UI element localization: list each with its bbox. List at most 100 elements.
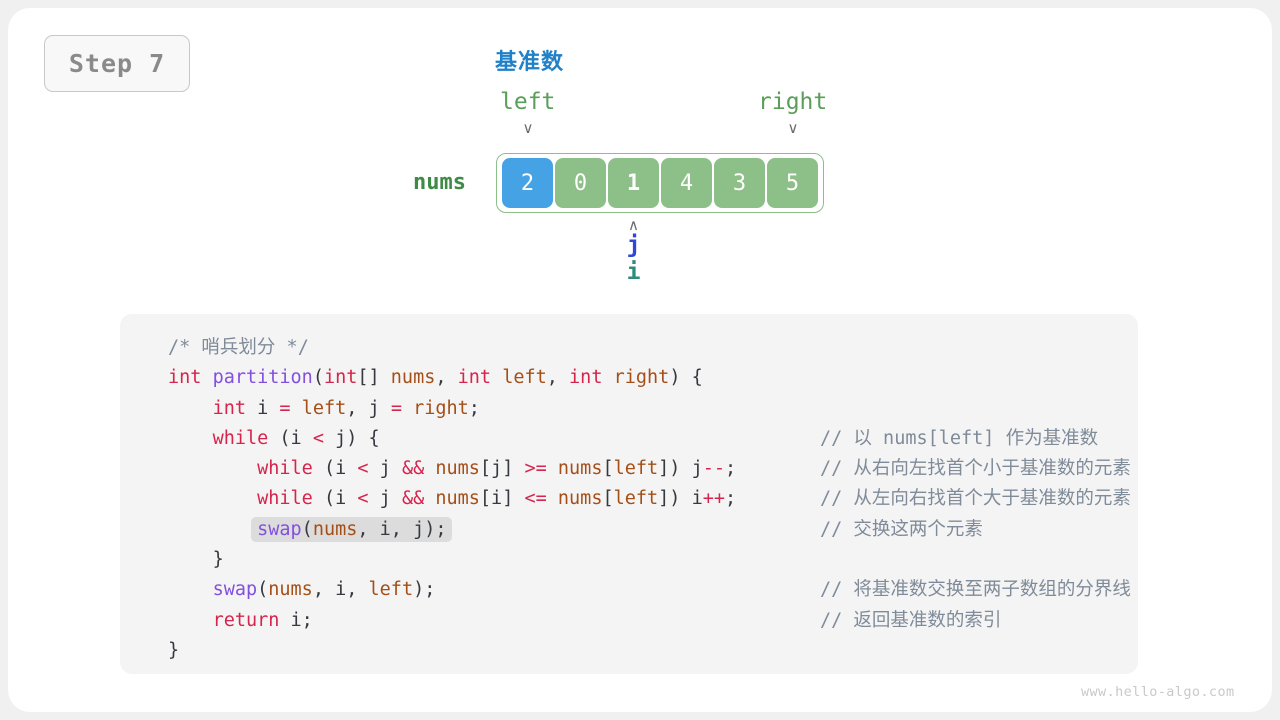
code-token: left — [368, 579, 414, 601]
code-token: nums — [557, 488, 603, 510]
code-token: while — [212, 427, 269, 449]
code-token: = — [279, 397, 291, 419]
screenshot-root: Step 7 基准数 left right ∨ ∨ nums 201435 ∧ … — [0, 0, 1280, 720]
code-token: j) { — [323, 427, 380, 449]
code-line: int i = left, j = right; — [168, 394, 736, 424]
code-token: , i, — [312, 579, 369, 601]
code-token: , j — [346, 397, 391, 419]
code-line: swap(nums, i, j); // 交换这两个元素 — [168, 515, 983, 545]
code-token: left — [613, 488, 659, 510]
code-token: } — [212, 549, 224, 571]
code-token: int — [457, 367, 492, 389]
code-token: , i, j); — [357, 518, 447, 540]
array-container: 201435 — [496, 153, 824, 213]
code-line-text: } — [168, 640, 179, 661]
code-token: while — [257, 488, 313, 510]
code-line: while (i < j && nums[j] >= nums[left]) j… — [168, 454, 1131, 484]
code-token: j — [368, 458, 402, 480]
code-token: [ — [602, 488, 614, 510]
code-token: && — [401, 488, 425, 510]
code-token: [i] — [479, 488, 525, 510]
code-line: } — [168, 545, 736, 575]
code-token: <= — [524, 488, 547, 510]
code-token: = — [390, 397, 402, 419]
code-token: int — [323, 367, 358, 389]
code-token: >= — [524, 458, 547, 480]
right-pointer-arrow-icon: ∨ — [787, 119, 799, 137]
code-token: while — [257, 458, 313, 480]
code-token: i; — [279, 609, 313, 631]
code-line-text: while (i < j) { — [168, 428, 380, 449]
array-cell: 3 — [714, 158, 765, 208]
code-line: } — [168, 636, 736, 666]
code-token: ; — [725, 458, 737, 480]
code-token: nums — [557, 458, 603, 480]
code-line: /* 哨兵划分 */ — [168, 333, 736, 363]
code-token: ]) j — [658, 458, 703, 480]
code-token: (i — [268, 427, 313, 449]
code-line: while (i < j) { // 以 nums[left] 作为基准数 — [168, 424, 1099, 454]
code-token: int — [168, 367, 202, 389]
code-lines: /* 哨兵划分 */ int partition(int[] nums, int … — [168, 333, 1131, 666]
j-pointer-label: j — [626, 232, 641, 258]
code-line-highlighted: swap(nums, i, j); — [251, 516, 453, 542]
code-line: while (i < j && nums[i] <= nums[left]) i… — [168, 484, 1131, 514]
code-token: ]) i — [658, 488, 703, 510]
left-pointer-label: left — [500, 89, 556, 115]
code-token: nums — [312, 518, 358, 540]
code-token: return — [212, 609, 280, 631]
pivot-label: 基准数 — [495, 50, 565, 75]
step-badge-label: Step 7 — [68, 49, 166, 78]
code-token: && — [401, 458, 425, 480]
code-token: left — [301, 397, 347, 419]
code-line-text: while (i < j && nums[i] <= nums[left]) i… — [168, 488, 736, 509]
code-token: ++ — [702, 488, 726, 510]
code-token: < — [357, 488, 369, 510]
code-block: /* 哨兵划分 */ int partition(int[] nums, int … — [120, 314, 1138, 674]
code-line-text: while (i < j && nums[j] >= nums[left]) j… — [168, 458, 736, 479]
code-token: } — [168, 639, 180, 661]
code-token: j — [368, 488, 402, 510]
code-comment: // 将基准数交换至两子数组的分界线 — [820, 579, 1131, 601]
code-line: swap(nums, i, left); // 将基准数交换至两子数组的分界线 — [168, 575, 1131, 605]
code-token: right — [413, 397, 469, 419]
code-token: int — [212, 397, 246, 419]
code-comment: // 以 nums[left] 作为基准数 — [820, 427, 1099, 449]
code-token: ( — [312, 367, 324, 389]
code-token: [j] — [479, 458, 525, 480]
code-token: ; — [468, 397, 480, 419]
array-cell: 2 — [502, 158, 553, 208]
code-token: int — [569, 367, 603, 389]
code-token: left — [613, 458, 659, 480]
code-line-text: int i = left, j = right; — [168, 398, 480, 419]
code-token: partition — [212, 367, 313, 389]
code-token: [ — [602, 458, 614, 480]
code-token: ( — [257, 579, 269, 601]
ij-pointer-arrow-icon: ∧ — [628, 216, 639, 234]
code-token: < — [312, 427, 324, 449]
code-line-text: int partition(int[] nums, int left, int … — [168, 367, 703, 388]
code-token: (i — [312, 458, 358, 480]
step-badge: Step 7 — [44, 35, 190, 92]
code-line-text: swap(nums, i, left); — [168, 579, 436, 601]
array-cell: 1 — [608, 158, 659, 208]
code-comment: // 从右向左找首个小于基准数的元素 — [820, 458, 1131, 480]
array-cell: 4 — [661, 158, 712, 208]
i-pointer-label: i — [626, 259, 641, 285]
code-token: [] — [357, 367, 391, 389]
code-token: ; — [725, 488, 737, 510]
